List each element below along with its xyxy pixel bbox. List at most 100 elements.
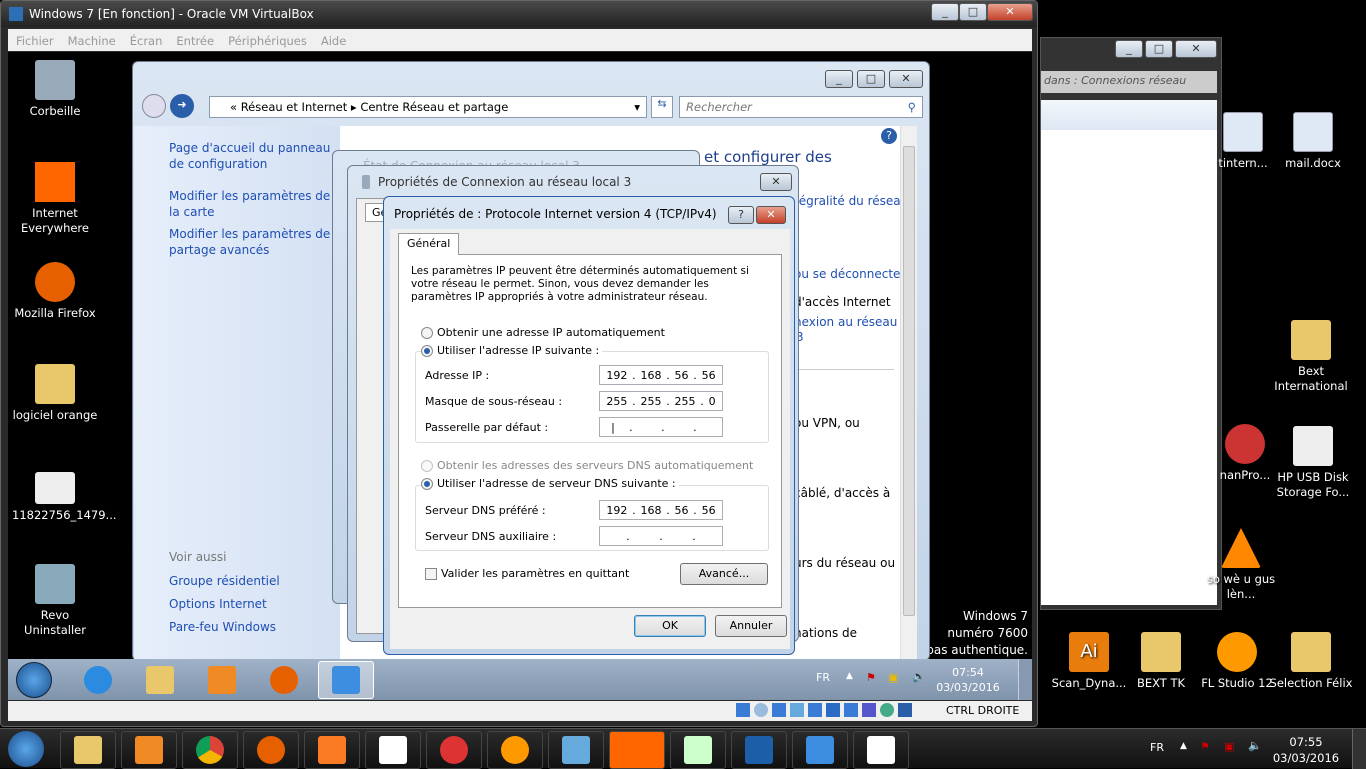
taskbar-xampp[interactable] <box>304 731 360 769</box>
guest-icon-image-file[interactable]: 11822756_1479... <box>12 472 117 523</box>
vertical-scrollbar[interactable] <box>900 126 917 660</box>
search-input[interactable]: Rechercher ⚲ <box>679 96 923 118</box>
maximize-button[interactable]: □ <box>959 3 987 21</box>
volume-icon[interactable]: 🔈 <box>912 670 926 683</box>
display-icon[interactable] <box>826 703 840 717</box>
menu-entree[interactable]: Entrée <box>176 34 214 48</box>
vbox-titlebar[interactable]: Windows 7 [En fonction] - Oracle VM Virt… <box>1 1 1037 27</box>
breadcrumb-reseau-internet[interactable]: Réseau et Internet <box>241 100 348 114</box>
address-bar[interactable]: « Réseau et Internet ▸ Centre Réseau et … <box>209 96 647 118</box>
minimize-button[interactable]: _ <box>1115 40 1143 58</box>
taskbar-firefox[interactable] <box>243 731 299 769</box>
shared-folders-icon[interactable] <box>808 703 822 717</box>
advanced-button[interactable]: Avancé... <box>680 563 768 585</box>
radio-button[interactable] <box>421 345 433 357</box>
network-warning-icon[interactable]: ▣ <box>888 671 898 684</box>
breadcrumb-centre-reseau[interactable]: Centre Réseau et partage <box>360 100 508 114</box>
taskbar-virtualbox[interactable] <box>731 731 787 769</box>
cancel-button[interactable]: Annuler <box>715 615 787 637</box>
taskbar-orange[interactable] <box>609 731 665 769</box>
radio-button[interactable] <box>421 460 433 472</box>
desktop-icon-selection-felix[interactable]: Selection Félix <box>1268 632 1354 691</box>
taskbar-android[interactable] <box>426 731 482 769</box>
desktop-icon-bext-international[interactable]: Bext International <box>1268 320 1354 394</box>
radio-ip-auto[interactable]: Obtenir une adresse IP automatiquement <box>421 326 665 339</box>
close-button[interactable]: ✕ <box>760 173 792 191</box>
taskbar-media-player[interactable] <box>121 731 177 769</box>
alternate-dns-field[interactable]: ... <box>599 526 723 546</box>
optical-drive-icon[interactable] <box>754 703 768 717</box>
cpu-icon[interactable] <box>862 703 876 717</box>
taskbar-chrome[interactable] <box>182 731 238 769</box>
see-also-firewall[interactable]: Pare-feu Windows <box>169 619 276 635</box>
guest-icon-recycle-bin[interactable]: Corbeille <box>12 60 98 119</box>
language-indicator[interactable]: FR <box>1150 741 1164 754</box>
volume-icon[interactable]: 🔈 <box>1248 739 1262 752</box>
usb-icon[interactable] <box>790 703 804 717</box>
show-desktop-button[interactable] <box>1018 659 1032 700</box>
validate-checkbox[interactable]: Valider les paramètres en quittant <box>425 567 629 580</box>
show-desktop-button[interactable] <box>1352 729 1366 769</box>
guest-icon-firefox[interactable]: Mozilla Firefox <box>12 262 98 321</box>
taskbar-network-center[interactable] <box>318 661 374 699</box>
desktop-icon-mail-docx[interactable]: mail.docx <box>1270 112 1356 171</box>
network-disconnected-icon[interactable]: ▣ <box>1224 740 1234 753</box>
taskbar-notepad[interactable] <box>670 731 726 769</box>
show-hidden-icons[interactable]: ▲ <box>1180 741 1187 751</box>
close-button[interactable]: ✕ <box>889 70 923 88</box>
sidebar-link-sharing-settings[interactable]: Modifier les paramètres de partage avanc… <box>169 226 334 258</box>
taskbar-media-player[interactable] <box>194 661 250 699</box>
taskbar-explorer[interactable] <box>60 731 116 769</box>
guest-screen[interactable]: Corbeille Internet Everywhere Mozilla Fi… <box>8 52 1032 700</box>
ok-button[interactable]: OK <box>634 615 706 637</box>
radio-ip-manual[interactable]: Utiliser l'adresse IP suivante : <box>421 344 603 357</box>
ip-address-field[interactable]: 192. 168. 56. 56 <box>599 365 723 385</box>
ipv4-properties-dialog[interactable]: Propriétés de : Protocole Internet versi… <box>383 196 795 655</box>
taskbar-network-center[interactable] <box>792 731 848 769</box>
audio-icon[interactable] <box>736 703 750 717</box>
menu-aide[interactable]: Aide <box>321 34 346 48</box>
clock[interactable]: 07:55 03/03/2016 <box>1270 734 1342 766</box>
guest-additions-icon[interactable] <box>880 703 894 717</box>
help-icon[interactable]: ? <box>881 128 897 144</box>
taskbar-paint[interactable] <box>853 731 909 769</box>
sidebar-link-adapter-settings[interactable]: Modifier les paramètres de la carte <box>169 188 334 220</box>
help-button[interactable]: ? <box>728 206 754 224</box>
main-link-fragment[interactable]: ou se déconnecter <box>794 266 905 282</box>
guest-icon-revo-uninstaller[interactable]: Revo Uninstaller <box>12 564 98 638</box>
language-indicator[interactable]: FR <box>816 671 830 684</box>
host-explorer-window[interactable]: _ □ ✕ dans : Connexions réseau <box>1040 37 1222 610</box>
back-button[interactable] <box>142 94 166 118</box>
taskbar-network-tool[interactable] <box>487 731 543 769</box>
radio-button[interactable] <box>421 327 433 339</box>
taskbar-explorer[interactable] <box>132 661 188 699</box>
desktop-icon-bext-tk[interactable]: BEXT TK <box>1118 632 1204 691</box>
taskbar-apps-grid[interactable] <box>365 731 421 769</box>
show-hidden-icons[interactable]: ▲ <box>846 671 853 681</box>
see-also-homegroup[interactable]: Groupe résidentiel <box>169 573 280 589</box>
taskbar-remote-desktop[interactable] <box>548 731 604 769</box>
menu-peripheriques[interactable]: Périphériques <box>228 34 307 48</box>
taskbar-firefox[interactable] <box>256 661 312 699</box>
guest-icon-logiciel-orange[interactable]: logiciel orange <box>12 364 98 423</box>
forward-button[interactable]: ➜ <box>170 94 194 118</box>
dropdown-icon[interactable]: ▾ <box>634 100 640 114</box>
refresh-button[interactable]: ⇆ <box>651 96 673 118</box>
mouse-integration-icon[interactable] <box>898 703 912 717</box>
main-link-fragment[interactable]: tégralité du réseau <box>794 193 908 209</box>
video-capture-icon[interactable] <box>844 703 858 717</box>
radio-button[interactable] <box>421 478 433 490</box>
radio-dns-auto[interactable]: Obtenir les adresses des serveurs DNS au… <box>421 459 753 472</box>
menu-fichier[interactable]: Fichier <box>16 34 54 48</box>
minimize-button[interactable]: _ <box>931 3 959 21</box>
desktop-icon-word-doc[interactable]: tintern... <box>1208 112 1278 171</box>
menu-machine[interactable]: Machine <box>68 34 116 48</box>
preferred-dns-field[interactable]: 192. 168. 56. 56 <box>599 500 723 520</box>
maximize-button[interactable]: □ <box>1145 40 1173 58</box>
tab-general[interactable]: Général <box>398 233 460 255</box>
close-button[interactable]: ✕ <box>987 3 1033 21</box>
close-button[interactable]: ✕ <box>1175 40 1217 58</box>
taskbar-ie[interactable] <box>70 661 126 699</box>
see-also-internet-options[interactable]: Options Internet <box>169 596 267 612</box>
close-button[interactable]: ✕ <box>756 206 786 224</box>
